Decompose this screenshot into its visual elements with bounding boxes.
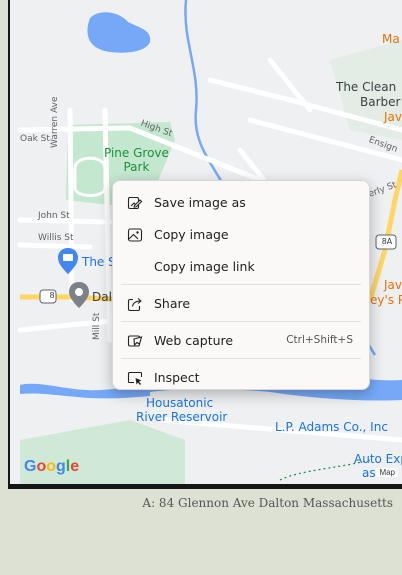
map-label-willis-st: Willis St (38, 233, 74, 243)
map-label-java-2: Java (384, 278, 402, 292)
menu-item-share[interactable]: Share (113, 287, 369, 319)
route-8a-label: 8A (381, 237, 393, 246)
menu-item-shortcut: Ctrl+Shift+S (286, 334, 353, 346)
menu-item-label: Web capture (154, 332, 234, 348)
map-label-barber: Barber (360, 95, 401, 109)
image-caption: A: 84 Glennon Ave Dalton Massachusetts (142, 496, 393, 510)
context-menu: Save image as Copy image Copy image link… (112, 180, 370, 390)
menu-item-copy-image-link[interactable]: Copy image link (113, 250, 369, 282)
menu-separator (121, 321, 361, 322)
menu-item-web-capture[interactable]: Web capture Ctrl+Shift+S (113, 324, 369, 356)
google-logo: Google (24, 458, 80, 475)
inspect-icon (127, 371, 143, 385)
map-label-eys-p: ey's P (370, 293, 402, 307)
map-label-pine-grove-park: Pine Grove Park (104, 146, 169, 174)
menu-item-label: Copy image (154, 226, 229, 242)
menu-item-label: Save image as (154, 194, 246, 210)
menu-separator (121, 358, 361, 359)
menu-item-save-image-as[interactable]: Save image as (113, 186, 369, 218)
map-label-auto-exp: Auto Exp (354, 452, 402, 466)
map-label-ma: Ma (382, 32, 400, 46)
menu-item-inspect[interactable]: Inspect (113, 361, 369, 393)
lake (87, 12, 151, 53)
menu-item-label: Inspect (154, 369, 200, 385)
menu-separator (121, 284, 361, 285)
map-label-dal: Dal (92, 290, 112, 304)
save-image-icon (127, 196, 143, 210)
map-label-the-s: The S (82, 255, 116, 269)
map-label-lp-adams: L.P. Adams Co., Inc (275, 420, 388, 434)
route-8-label: 8 (49, 291, 55, 300)
map-label-john-st: John St (38, 211, 70, 221)
image-icon (127, 228, 143, 242)
menu-item-label: Copy image link (154, 258, 255, 274)
map-data-attribution[interactable]: Map (376, 468, 398, 477)
map-label-java: Java (384, 110, 402, 124)
menu-item-copy-image[interactable]: Copy image (113, 218, 369, 250)
share-icon (127, 298, 142, 312)
map-label-mill-st: Mill St (92, 312, 102, 340)
web-capture-icon (127, 335, 143, 347)
map-label-housatonic: Housatonic (146, 396, 214, 410)
map-label-warren-ave: Warren Ave (50, 96, 60, 148)
map-label-oak-st: Oak St (20, 134, 50, 144)
map-label-river-reservoir: River Reservoir (136, 410, 228, 424)
map-label-auto-exp-2: as (362, 466, 376, 480)
map-label-the-clean: The Clean (336, 80, 397, 94)
menu-item-label: Share (154, 295, 191, 311)
